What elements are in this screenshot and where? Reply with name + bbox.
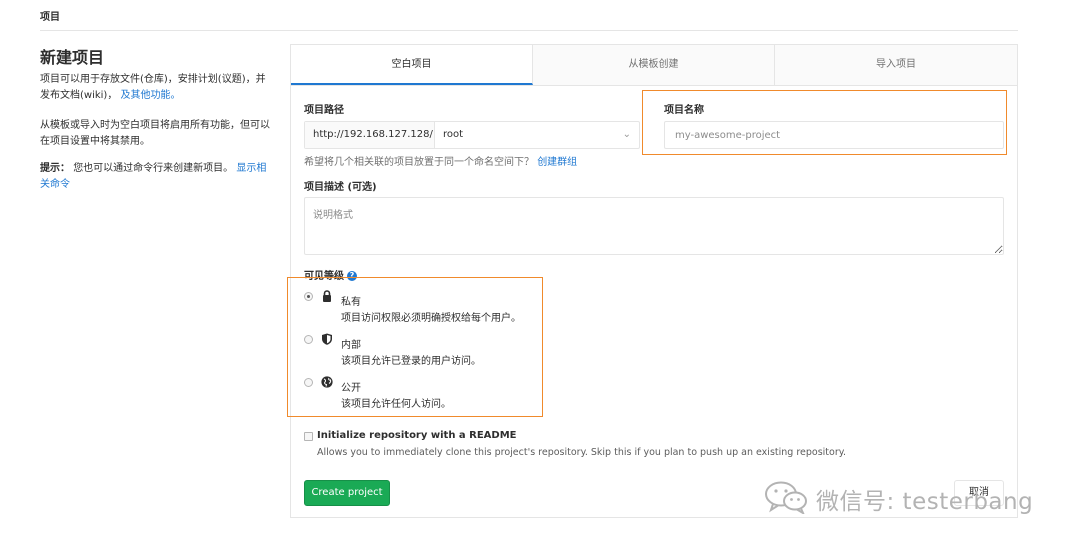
tip-body: 您也可以通过命令行来创建新项目。 <box>73 163 234 174</box>
tab-import-project[interactable]: 导入项目 <box>775 45 1017 85</box>
description-label: 项目描述 (可选) <box>304 182 377 193</box>
tab-blank-project[interactable]: 空白项目 <box>291 45 533 85</box>
create-project-button[interactable]: Create project <box>304 480 390 506</box>
path-prefix: http://192.168.127.128/ <box>305 122 435 148</box>
project-name-highlight <box>642 90 1007 155</box>
readme-label[interactable]: Initialize repository with a README <box>317 430 517 441</box>
tip-label: 提示： <box>40 163 70 174</box>
tab-from-template[interactable]: 从模板创建 <box>533 45 775 85</box>
project-tabs: 空白项目 从模板创建 导入项目 <box>291 45 1017 86</box>
create-group-link[interactable]: 创建群组 <box>537 157 577 168</box>
page-title: 新建项目 <box>40 48 105 67</box>
breadcrumb[interactable]: 项目 <box>40 8 60 23</box>
group-help-body: 希望将几个相关联的项目放置于同一个命名空间下？ <box>304 157 534 168</box>
header-divider <box>40 30 1018 31</box>
readme-help-text: Allows you to immediately clone this pro… <box>317 447 847 458</box>
tip-text: 提示： 您也可以通过命令行来创建新项目。 显示相关命令 <box>40 161 272 193</box>
wechat-watermark: 微信号: testerbang <box>764 478 1054 516</box>
visibility-highlight <box>287 277 543 417</box>
project-path-group: http://192.168.127.128/ root ⌄ <box>304 121 640 149</box>
template-info-text: 从模板或导入时为空白项目将启用所有功能，但可以在项目设置中将其禁用。 <box>40 120 270 147</box>
namespace-value: root <box>443 129 464 140</box>
group-help-text: 希望将几个相关联的项目放置于同一个命名空间下？ 创建群组 <box>304 153 577 168</box>
readme-checkbox[interactable] <box>304 432 313 441</box>
other-features-link[interactable]: 及其他功能。 <box>121 90 181 101</box>
chevron-down-icon: ⌄ <box>622 129 631 140</box>
watermark-text: 微信号: testerbang <box>816 489 1034 515</box>
description-textarea[interactable] <box>304 197 1004 255</box>
project-info-text: 项目可以用于存放文件(仓库)，安排计划(议题)，并发布文档(wiki)， 及其他… <box>40 72 272 104</box>
namespace-select[interactable]: root ⌄ <box>435 122 639 148</box>
wechat-icon <box>765 481 807 514</box>
project-path-label: 项目路径 <box>304 105 344 116</box>
